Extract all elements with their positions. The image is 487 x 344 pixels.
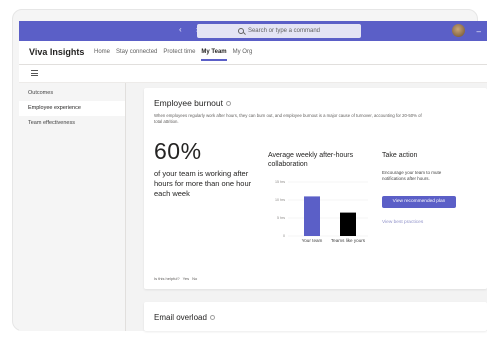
bar-1[interactable] <box>340 212 356 236</box>
tab-bar: Home Stay connected Protect time My Team… <box>94 49 253 61</box>
card-title-text: Employee burnout <box>154 98 223 108</box>
x-tick-label: Your team <box>302 238 323 243</box>
more-icon[interactable]: – <box>477 27 481 36</box>
tab-protect-time[interactable]: Protect time <box>163 49 195 55</box>
big-stat: 60% <box>154 138 202 164</box>
chart-title: Average weekly after-hours collaboration <box>268 152 354 168</box>
take-action-description: Encourage your team to mute notification… <box>382 170 442 181</box>
feedback-yes[interactable]: Yes <box>183 276 190 281</box>
card-title-text: Email overload <box>154 313 207 322</box>
title-bar: ‹ › Search or type a command – <box>19 21 487 41</box>
view-recommended-plan-button[interactable]: View recommended plan <box>382 196 456 208</box>
feedback-row: Is this helpful? Yes No <box>154 276 197 281</box>
tab-home[interactable]: Home <box>94 49 110 55</box>
info-icon[interactable] <box>209 315 215 320</box>
card-title: Email overload <box>154 313 215 322</box>
menu-row <box>19 65 487 83</box>
take-action-heading: Take action <box>382 152 418 159</box>
x-tick-label: Teams like yours <box>331 238 366 243</box>
feedback-question: Is this helpful? <box>154 276 180 281</box>
search-placeholder: Search or type a command <box>247 28 321 34</box>
card-description: When employees regularly work after hour… <box>154 113 422 124</box>
tab-stay-connected[interactable]: Stay connected <box>116 49 157 55</box>
y-tick-label: 15 hrs <box>275 180 285 184</box>
stat-description: of your team is working after hours for … <box>154 169 252 198</box>
bar-chart-svg: 15 hrs 10 hrs 5 hrs 0 Your team Teams like yo… <box>275 180 368 243</box>
search-box[interactable]: Search or type a command <box>197 24 361 38</box>
view-best-practices-link[interactable]: View best practices <box>382 220 423 225</box>
email-overload-card: Email overload <box>144 302 487 331</box>
tab-my-org[interactable]: My Org <box>233 49 253 55</box>
employee-burnout-card: Employee burnout When employees regularl… <box>144 88 487 289</box>
bar-chart: 15 hrs 10 hrs 5 hrs 0 Your team Teams like yo… <box>268 178 373 250</box>
y-tick-label: 5 hrs <box>277 216 285 220</box>
feedback-no[interactable]: No <box>192 276 197 281</box>
sidebar: Outcomes Employee experience Team effect… <box>19 83 126 331</box>
avatar[interactable] <box>452 24 465 37</box>
hamburger-icon[interactable] <box>31 70 38 76</box>
sidebar-item-employee-experience[interactable]: Employee experience <box>19 101 125 116</box>
info-icon[interactable] <box>226 100 231 106</box>
bar-0[interactable] <box>304 196 320 236</box>
search-icon <box>237 28 244 34</box>
y-tick-label: 0 <box>283 234 285 238</box>
y-tick-label: 10 hrs <box>275 198 285 202</box>
sidebar-item-outcomes[interactable]: Outcomes <box>19 86 125 101</box>
app-title: Viva Insights <box>29 47 85 57</box>
card-title: Employee burnout <box>154 98 231 108</box>
app-header: Viva Insights Home Stay connected Protec… <box>19 41 487 65</box>
tab-my-team[interactable]: My Team <box>201 49 227 61</box>
sidebar-item-team-effectiveness[interactable]: Team effectiveness <box>19 116 125 131</box>
